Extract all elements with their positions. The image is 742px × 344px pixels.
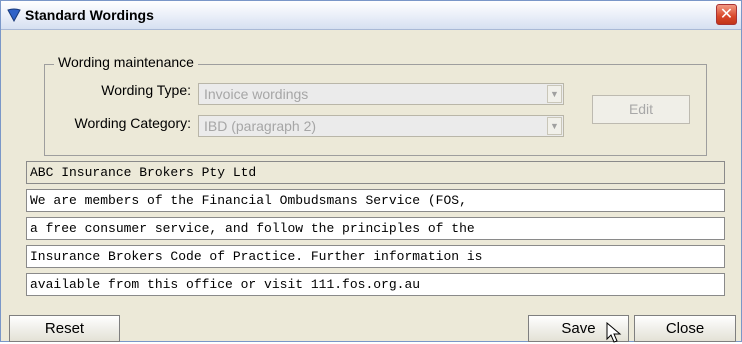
window-title: Standard Wordings — [25, 7, 154, 23]
wording-type-value: Invoice wordings — [204, 86, 309, 102]
title-bar[interactable]: Standard Wordings ✕ — [1, 1, 741, 30]
heart-shield-icon — [7, 8, 21, 22]
wording-type-combobox[interactable]: Invoice wordings ▼ — [198, 83, 564, 105]
wording-category-value: IBD (paragraph 2) — [204, 118, 317, 134]
text-line[interactable]: We are members of the Financial Ombudsma… — [26, 189, 725, 212]
group-legend: Wording maintenance — [54, 54, 198, 70]
close-button[interactable]: Close — [634, 315, 736, 342]
wording-type-label: Wording Type: — [101, 82, 191, 98]
text-line[interactable]: Insurance Brokers Code of Practice. Furt… — [26, 245, 725, 268]
wording-category-combobox[interactable]: IBD (paragraph 2) ▼ — [198, 115, 564, 137]
text-line[interactable]: ABC Insurance Brokers Pty Ltd — [26, 161, 725, 184]
standard-wordings-window: Standard Wordings ✕ Wording maintenance … — [0, 0, 742, 343]
chevron-down-icon[interactable]: ▼ — [547, 85, 562, 103]
text-line[interactable]: available from this office or visit 111.… — [26, 273, 725, 296]
wording-category-label: Wording Category: — [74, 115, 191, 131]
wording-text-area[interactable]: ABC Insurance Brokers Pty Ltd We are mem… — [26, 161, 725, 299]
chevron-down-icon[interactable]: ▼ — [547, 117, 562, 135]
edit-button[interactable]: Edit — [592, 95, 690, 124]
text-line[interactable]: a free consumer service, and follow the … — [26, 217, 725, 240]
mouse-pointer-icon — [606, 322, 622, 343]
reset-button[interactable]: Reset — [9, 315, 120, 342]
window-close-button[interactable]: ✕ — [716, 4, 737, 25]
